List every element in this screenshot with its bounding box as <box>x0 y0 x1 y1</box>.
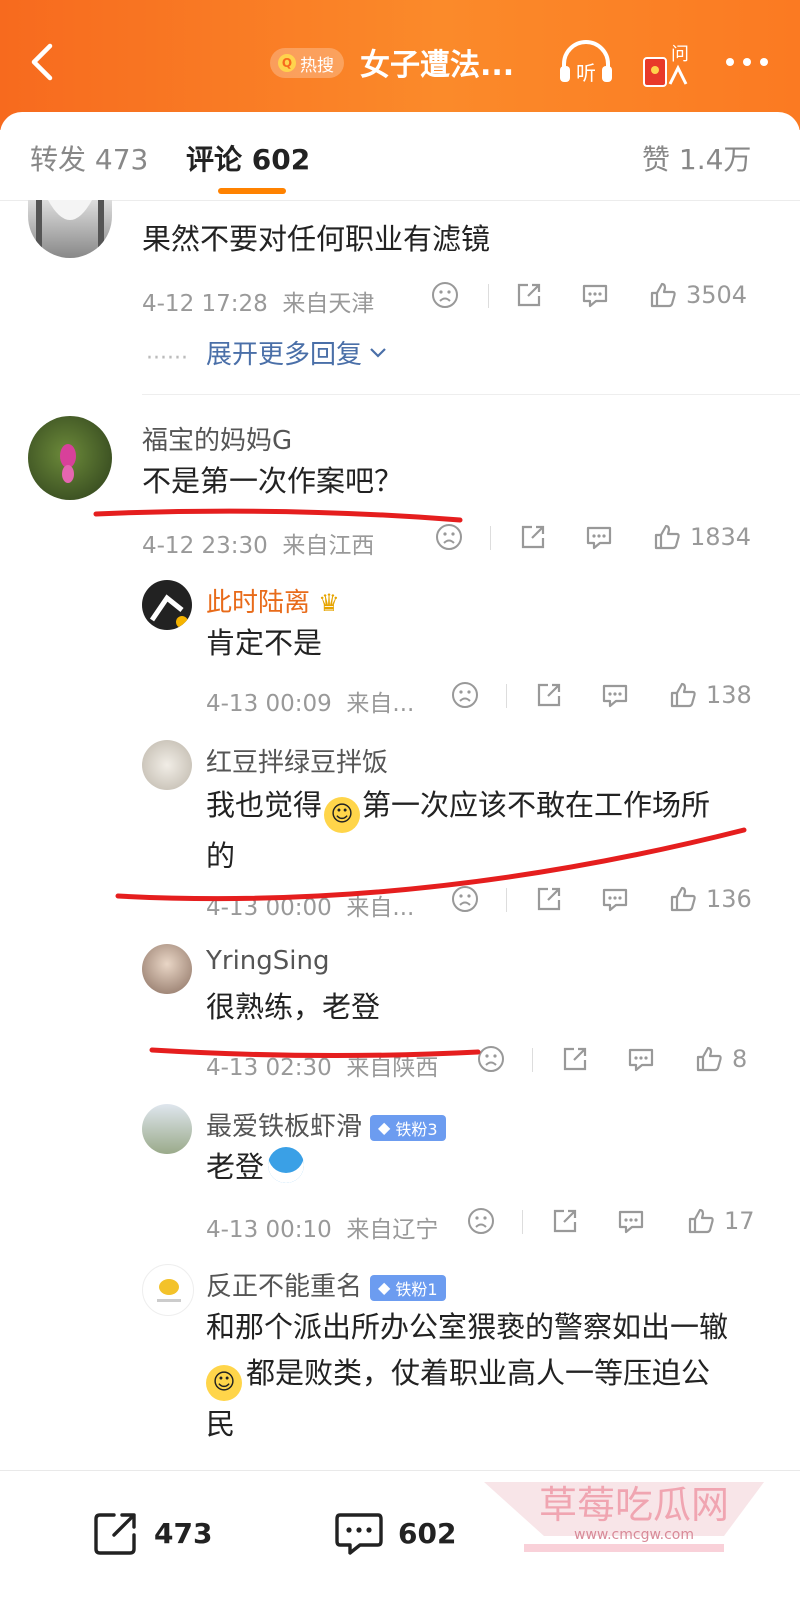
comment-icon <box>335 1513 383 1555</box>
watermark-logo: 草莓吃瓜网 www.cmcgw.com <box>484 1482 764 1552</box>
red-underline <box>93 508 463 523</box>
red-annotation-lines <box>93 508 747 1059</box>
watermark-name: 草莓吃瓜网 <box>539 1483 729 1527</box>
site-watermark: 草莓吃瓜网 www.cmcgw.com <box>484 1472 784 1562</box>
repost-count: 473 <box>154 1516 213 1550</box>
comment-count: 602 <box>398 1516 457 1550</box>
red-underline <box>149 1047 481 1059</box>
share-icon <box>94 1513 136 1555</box>
repost-button[interactable]: 473 <box>92 1509 212 1557</box>
red-underline <box>115 827 747 902</box>
watermark-url: www.cmcgw.com <box>574 1527 694 1543</box>
comment-button[interactable]: 602 <box>334 1509 456 1557</box>
